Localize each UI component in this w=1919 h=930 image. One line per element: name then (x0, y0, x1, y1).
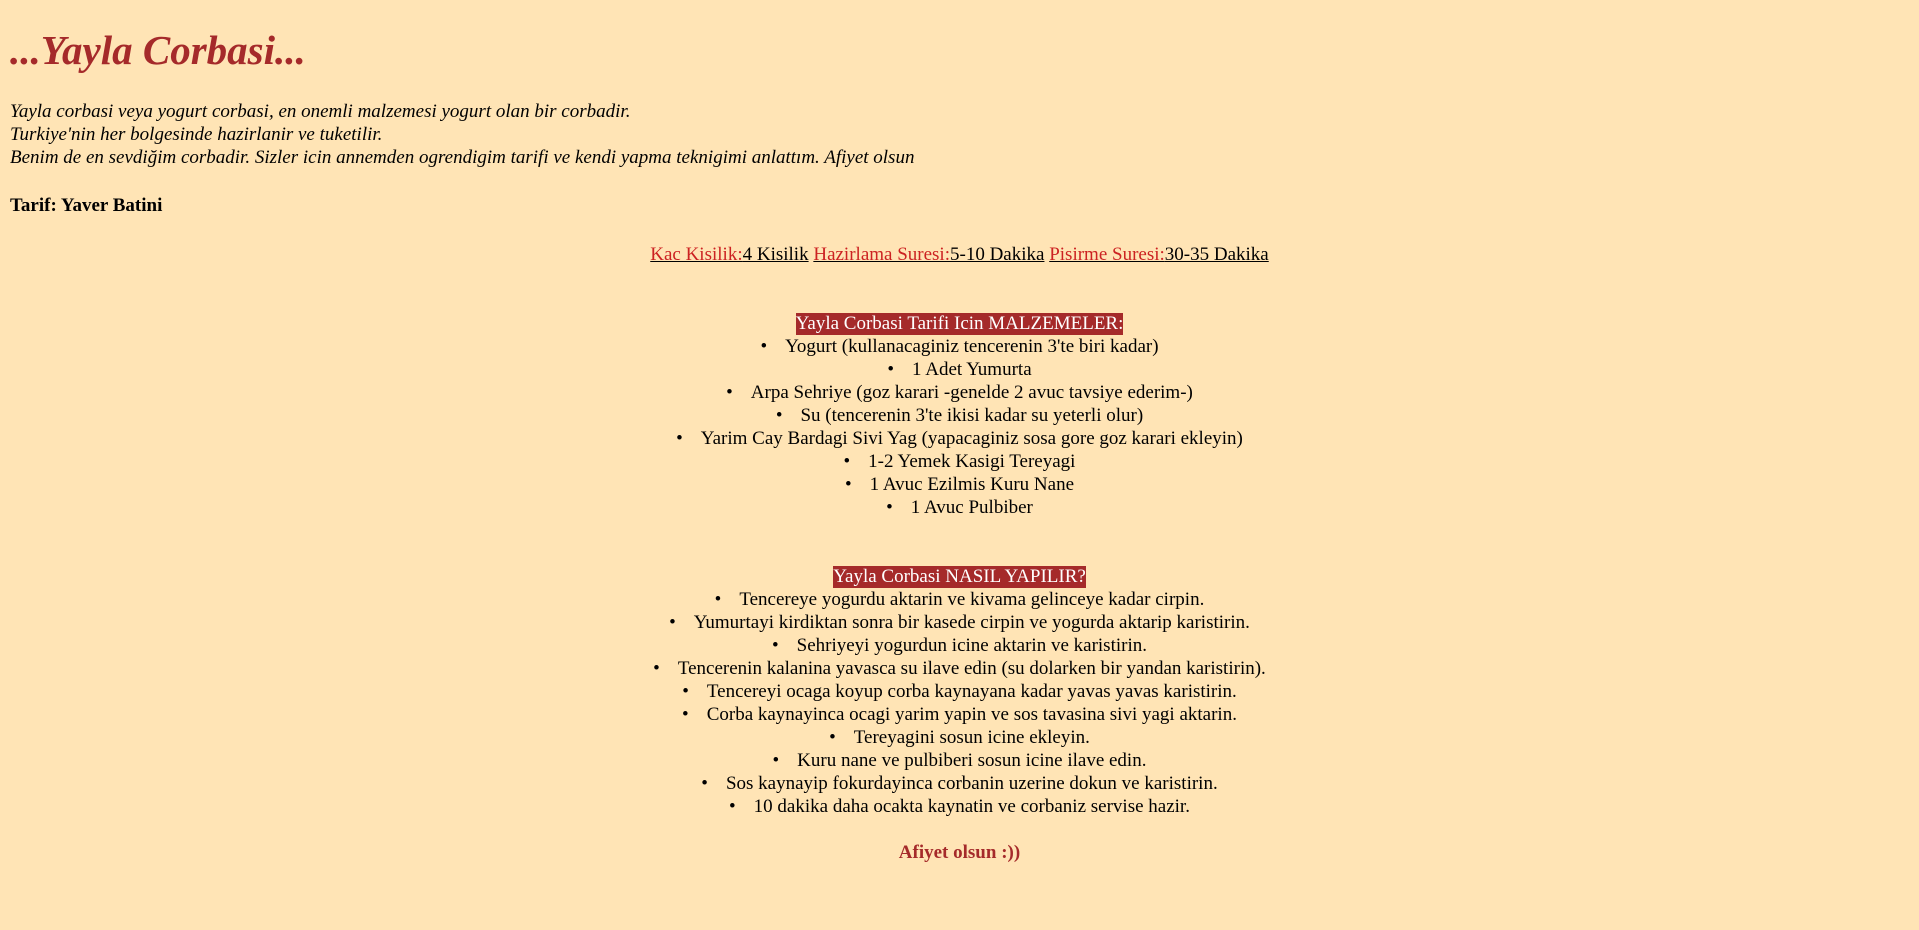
servings-label: Kac Kisilik: (650, 244, 743, 265)
step-item-text: Tencereyi ocaga koyup corba kaynayana ka… (706, 681, 1237, 702)
prep-time-label: Hazirlama Suresi: (813, 244, 950, 265)
ingredient-item-text: 1 Avuc Pulbiber (910, 497, 1033, 518)
ingredient-item-text: 1 Avuc Ezilmis Kuru Nane (869, 474, 1075, 495)
bullet-icon: • (771, 635, 779, 656)
step-item: • Tereyagini sosun icine ekleyin. (10, 726, 1909, 749)
prep-time-value: 5-10 Dakika (950, 244, 1045, 265)
bullet-icon: • (729, 796, 736, 817)
step-item-text: Sehriyeyi yogurdun icine aktarin ve kari… (796, 635, 1147, 656)
step-item: • Tencerenin kalanina yavasca su ilave ed… (10, 657, 1909, 680)
bullet-icon: • (726, 382, 733, 403)
step-item: • Tencereye yogurdu aktarin ve kivama gel… (10, 588, 1909, 611)
bullet-icon: • (682, 704, 689, 725)
ingredient-item-text: 1 Adet Yumurta (912, 359, 1032, 380)
bullet-icon: • (843, 451, 851, 472)
step-item: • Kuru nane ve pulbiberi sosun icine ilav… (10, 749, 1909, 772)
recipe-author: Tarif: Yaver Batini (10, 195, 163, 216)
step-item-text: Kuru nane ve pulbiberi sosun icine ilave… (797, 750, 1147, 771)
bullet-icon: • (682, 681, 689, 702)
ingredient-item-text: Yogurt (kullanacaginiz tencerenin 3'te b… (785, 336, 1159, 357)
ingredients-heading: Yayla Corbasi Tarifi Icin MALZEMELER: (795, 313, 1124, 335)
recipe-meta: Kac Kisilik:4 Kisilik Hazirlama Suresi:5… (10, 243, 1909, 266)
steps-section: Yayla Corbasi NASIL YAPILIR? • Tencereye … (10, 565, 1909, 818)
bullet-icon: • (760, 336, 768, 357)
ingredient-item: • 1 Adet Yumurta (10, 358, 1909, 381)
intro-line: Yayla corbasi veya yogurt corbasi, en on… (10, 101, 631, 122)
ingredient-item: • 1-2 Yemek Kasigi Tereyagi (10, 450, 1909, 473)
page-title: ...Yayla Corbasi... (10, 27, 306, 73)
bullet-icon: • (886, 497, 893, 518)
step-item: • Corba kaynayinca ocagi yarim yapin ve s… (10, 703, 1909, 726)
bullet-icon: • (775, 405, 783, 426)
ingredient-item-text: Yarim Cay Bardagi Sivi Yag (yapacaginiz … (700, 428, 1243, 449)
step-item-text: Sos kaynayip fokurdayinca corbanin uzeri… (725, 773, 1218, 794)
step-item-text: Corba kaynayinca ocagi yarim yapin ve so… (706, 704, 1237, 725)
bullet-icon: • (887, 359, 895, 380)
servings-link[interactable]: Kac Kisilik:4 Kisilik (650, 244, 808, 265)
step-item: • Sehriyeyi yogurdun icine aktarin ve kar… (10, 634, 1909, 657)
page: ...Yayla Corbasi... Yayla corbasi veya y… (0, 0, 1919, 864)
ingredients-list: • Yogurt (kullanacaginiz tencerenin 3'te … (10, 335, 1909, 519)
step-item: • Yumurtayi kirdiktan sonra bir kasede ci… (10, 611, 1909, 634)
bullet-icon: • (829, 727, 836, 748)
cook-time-link[interactable]: Pisirme Suresi:30-35 Dakika (1049, 244, 1269, 265)
steps-list: • Tencereye yogurdu aktarin ve kivama gel… (10, 588, 1909, 818)
servings-value: 4 Kisilik (742, 244, 809, 265)
closing-text: Afiyet olsun :)) (898, 842, 1021, 863)
step-item: • 10 dakika daha ocakta kaynatin ve corba… (10, 795, 1909, 818)
ingredient-item: • Yogurt (kullanacaginiz tencerenin 3'te … (10, 335, 1909, 358)
cook-time-label: Pisirme Suresi: (1049, 244, 1165, 265)
ingredient-item: • 1 Avuc Ezilmis Kuru Nane (10, 473, 1909, 496)
ingredient-item: • Su (tencerenin 3'te ikisi kadar su yete… (10, 404, 1909, 427)
ingredient-item: • 1 Avuc Pulbiber (10, 496, 1909, 519)
bullet-icon: • (844, 474, 852, 495)
ingredient-item: • Arpa Sehriye (goz karari -genelde 2 avu… (10, 381, 1909, 404)
step-item: • Tencereyi ocaga koyup corba kaynayana k… (10, 680, 1909, 703)
ingredients-section: Yayla Corbasi Tarifi Icin MALZEMELER: • Y… (10, 312, 1909, 519)
ingredient-item-text: 1-2 Yemek Kasigi Tereyagi (868, 451, 1076, 472)
step-item-text: 10 dakika daha ocakta kaynatin ve corban… (753, 796, 1190, 817)
intro-paragraph: Yayla corbasi veya yogurt corbasi, en on… (10, 100, 1909, 169)
ingredient-item: • Yarim Cay Bardagi Sivi Yag (yapacaginiz… (10, 427, 1909, 450)
bullet-icon: • (772, 750, 780, 771)
bullet-icon: • (701, 773, 708, 794)
cook-time-value: 30-35 Dakika (1164, 244, 1269, 265)
step-item-text: Tencereye yogurdu aktarin ve kivama geli… (739, 589, 1205, 610)
bullet-icon: • (714, 589, 722, 610)
ingredient-item-text: Su (tencerenin 3'te ikisi kadar su yeter… (800, 405, 1144, 426)
intro-line: Turkiye'nin her bolgesinde hazirlanir ve… (10, 124, 383, 145)
step-item: • Sos kaynayip fokurdayinca corbanin uzer… (10, 772, 1909, 795)
prep-time-link[interactable]: Hazirlama Suresi:5-10 Dakika (813, 244, 1044, 265)
intro-line: Benim de en sevdiğim corbadir. Sizler ic… (10, 147, 915, 168)
bullet-icon: • (669, 612, 676, 633)
bullet-icon: • (676, 428, 683, 449)
ingredient-item-text: Arpa Sehriye (goz karari -genelde 2 avuc… (750, 382, 1193, 403)
step-item-text: Tencerenin kalanina yavasca su ilave edi… (677, 658, 1266, 679)
bullet-icon: • (653, 658, 660, 679)
steps-heading: Yayla Corbasi NASIL YAPILIR? (833, 566, 1086, 588)
step-item-text: Tereyagini sosun icine ekleyin. (853, 727, 1090, 748)
step-item-text: Yumurtayi kirdiktan sonra bir kasede cir… (693, 612, 1250, 633)
